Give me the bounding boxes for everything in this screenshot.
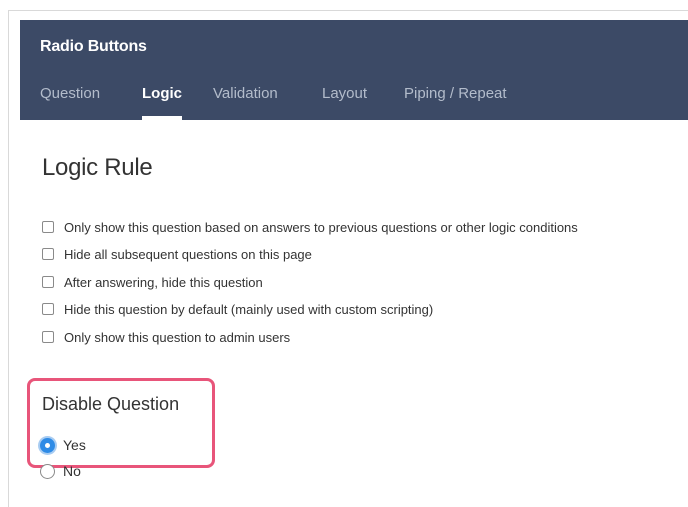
logic-option-show-based-on-answers[interactable]: Only show this question based on answers… (42, 218, 578, 236)
disable-option-yes[interactable]: Yes (40, 436, 86, 454)
tab-validation[interactable]: Validation (213, 84, 278, 120)
option-label: Only show this question to admin users (64, 329, 291, 345)
question-editor-header: Radio Buttons Question Logic Validation … (20, 20, 688, 120)
logic-rule-heading: Logic Rule (42, 154, 153, 181)
disable-question-highlight (27, 378, 215, 468)
checkbox[interactable] (42, 221, 54, 233)
logic-option-hide-by-default[interactable]: Hide this question by default (mainly us… (42, 300, 433, 318)
tab-logic[interactable]: Logic (142, 84, 182, 120)
disable-question-heading: Disable Question (42, 394, 180, 414)
checkbox[interactable] (42, 276, 54, 288)
radio-label: No (63, 463, 81, 479)
tab-question[interactable]: Question (40, 84, 100, 120)
checkbox[interactable] (42, 303, 54, 315)
option-label: After answering, hide this question (64, 274, 263, 290)
radio-icon[interactable] (40, 463, 55, 479)
radio-selected-icon[interactable] (40, 437, 55, 453)
tab-piping-repeat[interactable]: Piping / Repeat (404, 84, 507, 120)
logic-option-hide-subsequent[interactable]: Hide all subsequent questions on this pa… (42, 245, 312, 263)
checkbox[interactable] (42, 331, 54, 343)
logic-option-hide-after-answering[interactable]: After answering, hide this question (42, 273, 263, 291)
option-label: Hide all subsequent questions on this pa… (64, 246, 312, 262)
option-label: Only show this question based on answers… (64, 219, 578, 235)
question-type-title: Radio Buttons (40, 38, 147, 55)
checkbox[interactable] (42, 248, 54, 260)
disable-option-no[interactable]: No (40, 462, 81, 480)
logic-option-admin-only[interactable]: Only show this question to admin users (42, 328, 290, 346)
option-label: Hide this question by default (mainly us… (64, 301, 434, 317)
tab-layout[interactable]: Layout (322, 84, 367, 120)
radio-label: Yes (63, 437, 86, 453)
